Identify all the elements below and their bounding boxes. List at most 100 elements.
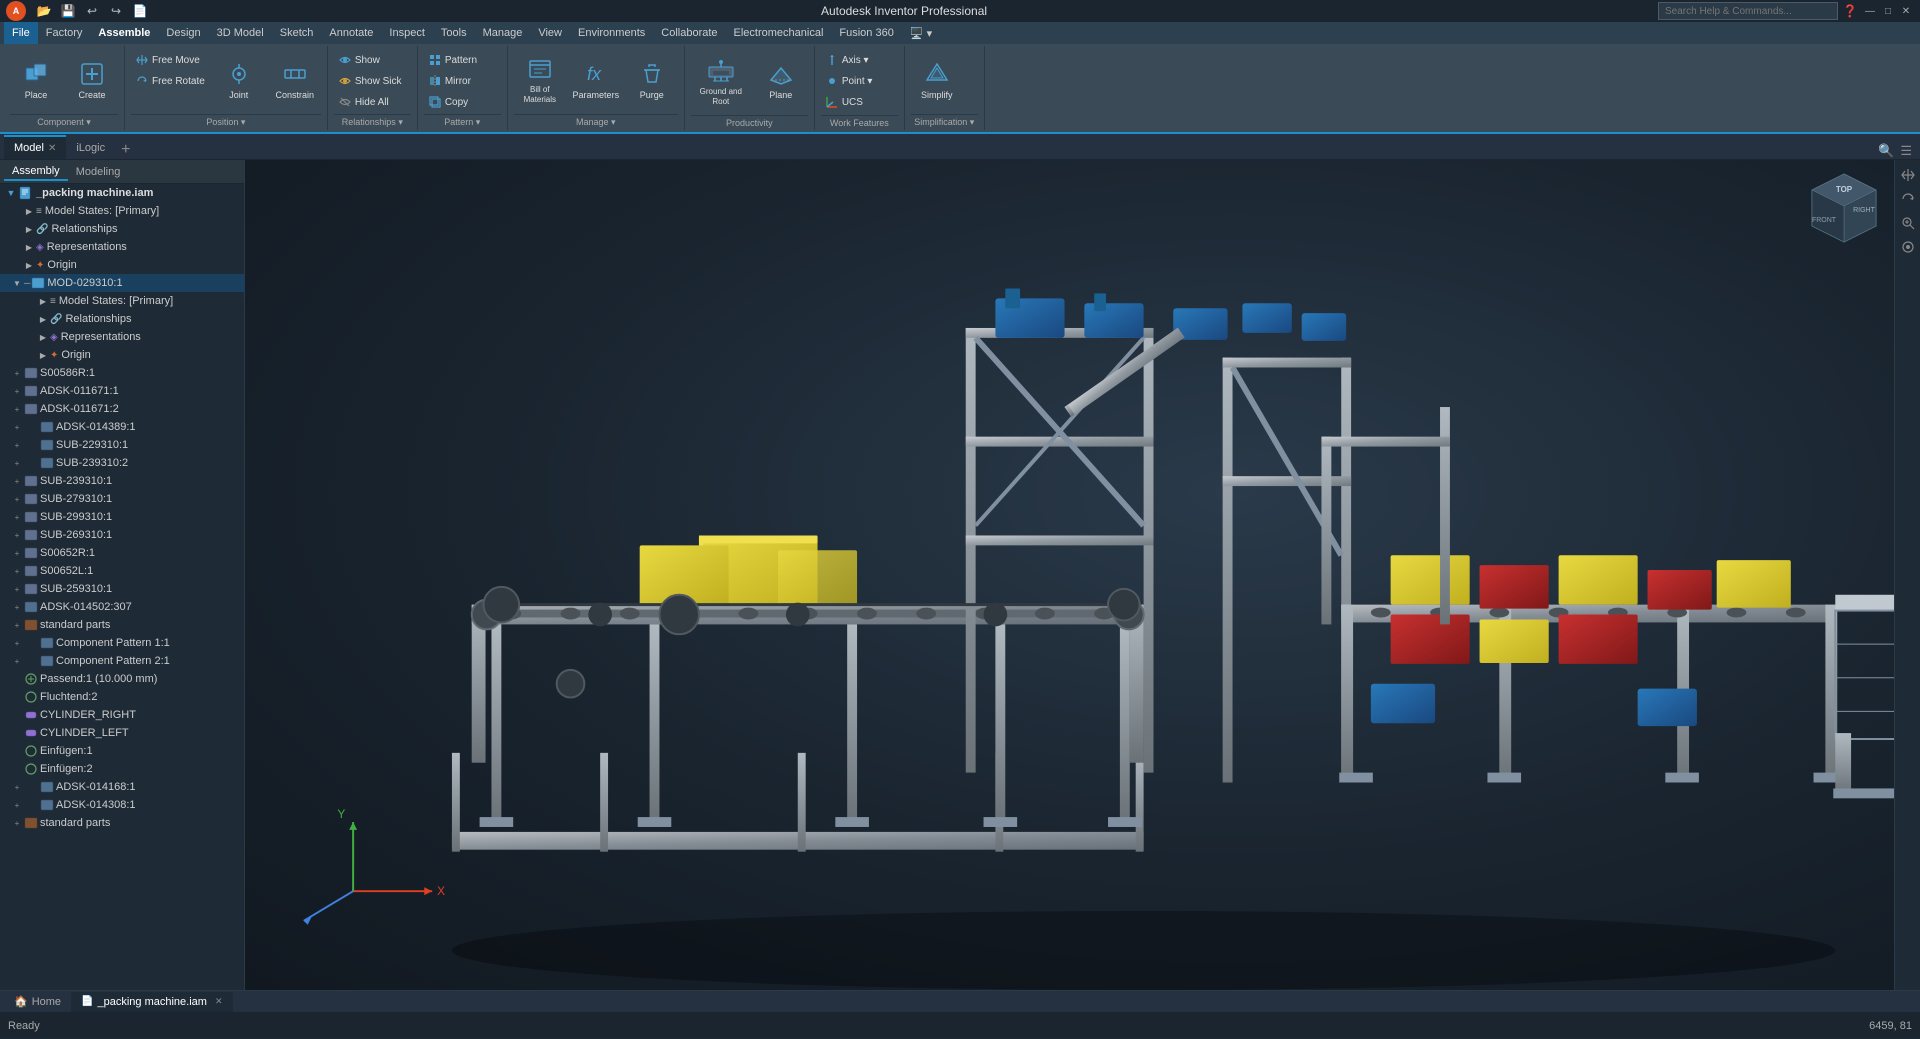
plane-button[interactable]: Plane — [755, 48, 807, 112]
menu-environments[interactable]: Environments — [570, 22, 653, 44]
tree-item[interactable]: ▶ ◈ Representations — [0, 328, 244, 346]
modeling-tab[interactable]: Modeling — [68, 164, 129, 180]
tree-item[interactable]: ▶ Einfügen:2 — [0, 760, 244, 778]
menu-sketch[interactable]: Sketch — [272, 22, 322, 44]
maximize-button[interactable]: □ — [1880, 3, 1896, 19]
tab-model[interactable]: Model ✕ — [4, 135, 66, 159]
tree-item[interactable]: ▶ CYLINDER_LEFT — [0, 724, 244, 742]
ground-and-root-button[interactable]: Ground and Root — [691, 48, 751, 112]
joint-button[interactable]: Joint — [213, 48, 265, 112]
show-button[interactable]: Show — [334, 50, 406, 70]
menu-3dmodel[interactable]: 3D Model — [209, 22, 272, 44]
minimize-button[interactable]: — — [1862, 3, 1878, 19]
close-tab-icon[interactable]: ✕ — [215, 996, 223, 1007]
tree-item[interactable]: ▶ 🔗 Relationships — [0, 310, 244, 328]
simplify-button[interactable]: Simplify — [911, 48, 963, 112]
zoom-tool-button[interactable] — [1897, 212, 1919, 234]
copy-button[interactable]: Copy — [424, 92, 481, 112]
show-sick-button[interactable]: Show Sick — [334, 71, 406, 91]
free-rotate-button[interactable]: Free Rotate — [131, 71, 209, 91]
tree-item[interactable]: ▶ Einfügen:1 — [0, 742, 244, 760]
hide-all-button[interactable]: Hide All — [334, 92, 406, 112]
close-button[interactable]: ✕ — [1898, 3, 1914, 19]
pattern-button[interactable]: Pattern — [424, 50, 481, 70]
undo-icon[interactable]: ↩ — [82, 1, 102, 21]
menu-fusion360[interactable]: Fusion 360 — [831, 22, 901, 44]
menu-electromechanical[interactable]: Electromechanical — [726, 22, 832, 44]
tree-item[interactable]: ▶ ✦ Origin — [0, 256, 244, 274]
tree-item[interactable]: + ADSK-014308:1 — [0, 796, 244, 814]
tree-item[interactable]: + standard parts — [0, 616, 244, 634]
tree-item[interactable]: + S00586R:1 — [0, 364, 244, 382]
menu-tools[interactable]: Tools — [433, 22, 475, 44]
tree-item[interactable]: + SUB-239310:2 — [0, 454, 244, 472]
tree-item[interactable]: ▼ ─ MOD-029310:1 — [0, 274, 244, 292]
tree-item[interactable]: ▶ ◈ Representations — [0, 238, 244, 256]
tab-add[interactable]: + — [115, 141, 136, 159]
tree-item[interactable]: + ADSK-011671:2 — [0, 400, 244, 418]
tree-item[interactable]: ▶ Fluchtend:2 — [0, 688, 244, 706]
tree-item[interactable]: + ADSK-011671:1 — [0, 382, 244, 400]
pan-tool-button[interactable] — [1897, 164, 1919, 186]
tree-item[interactable]: ▶ 🔗 Relationships — [0, 220, 244, 238]
tree-item[interactable]: ▶ Passend:1 (10.000 mm) — [0, 670, 244, 688]
packing-machine-tab[interactable]: 📄 _packing machine.iam ✕ — [71, 992, 232, 1012]
new-icon[interactable]: 📄 — [130, 1, 150, 21]
redo-icon[interactable]: ↪ — [106, 1, 126, 21]
menu-annotate[interactable]: Annotate — [321, 22, 381, 44]
help-icon[interactable]: ❓ — [1840, 1, 1860, 21]
tree-item[interactable]: + standard parts — [0, 814, 244, 832]
tree-item[interactable]: ▶ CYLINDER_RIGHT — [0, 706, 244, 724]
viewport[interactable]: X Y TOP RIGHT FRONT — [245, 160, 1894, 990]
bill-of-materials-button[interactable]: Bill of Materials — [514, 48, 566, 112]
open-icon[interactable]: 📂 — [34, 1, 54, 21]
tree-search-icon[interactable]: 🔍 — [1878, 143, 1894, 159]
tree-item[interactable]: ▶ ✦ Origin — [0, 346, 244, 364]
tree-item[interactable]: ▶ ≡ Model States: [Primary] — [0, 292, 244, 310]
tree-item[interactable]: + SUB-279310:1 — [0, 490, 244, 508]
menu-monitor-icon[interactable]: 🖥️ ▾ — [902, 22, 940, 44]
tree-root[interactable]: ▼ _packing machine.iam — [0, 184, 244, 202]
mirror-button[interactable]: Mirror — [424, 71, 481, 91]
tree-menu-icon[interactable]: ☰ — [1900, 143, 1912, 159]
viewcube[interactable]: TOP RIGHT FRONT — [1804, 170, 1884, 250]
look-at-button[interactable] — [1897, 236, 1919, 258]
tree-item[interactable]: + Component Pattern 1:1 — [0, 634, 244, 652]
tree-item[interactable]: + SUB-239310:1 — [0, 472, 244, 490]
home-tab[interactable]: 🏠 Home — [4, 992, 71, 1012]
tab-ilogic[interactable]: iLogic — [66, 135, 115, 159]
search-input[interactable] — [1658, 2, 1838, 20]
menu-collaborate[interactable]: Collaborate — [653, 22, 725, 44]
ucs-button[interactable]: UCS — [821, 92, 877, 112]
tree-item[interactable]: + Component Pattern 2:1 — [0, 652, 244, 670]
tree-item[interactable]: ▶ ≡ Model States: [Primary] — [0, 202, 244, 220]
free-move-button[interactable]: Free Move — [131, 50, 209, 70]
tree-item[interactable]: + SUB-299310:1 — [0, 508, 244, 526]
tree-item[interactable]: + SUB-269310:1 — [0, 526, 244, 544]
purge-button[interactable]: Purge — [626, 48, 678, 112]
place-button[interactable]: Place — [10, 48, 62, 112]
parameters-button[interactable]: fx Parameters — [570, 48, 622, 112]
tree-item[interactable]: + SUB-259310:1 — [0, 580, 244, 598]
menu-file[interactable]: File — [4, 22, 38, 44]
tree-item[interactable]: + ADSK-014168:1 — [0, 778, 244, 796]
axis-button[interactable]: Axis ▾ — [821, 50, 877, 70]
tree-item[interactable]: + ADSK-014389:1 — [0, 418, 244, 436]
menu-design[interactable]: Design — [158, 22, 208, 44]
menu-manage[interactable]: Manage — [475, 22, 531, 44]
tree-item[interactable]: + S00652R:1 — [0, 544, 244, 562]
menu-factory[interactable]: Factory — [38, 22, 91, 44]
point-button[interactable]: Point ▾ — [821, 71, 877, 91]
orbit-tool-button[interactable] — [1897, 188, 1919, 210]
constrain-button[interactable]: Constrain — [269, 48, 321, 112]
assembly-tab[interactable]: Assembly — [4, 163, 68, 181]
create-button[interactable]: Create — [66, 48, 118, 112]
menu-view[interactable]: View — [530, 22, 570, 44]
tree-item[interactable]: + SUB-229310:1 — [0, 436, 244, 454]
menu-inspect[interactable]: Inspect — [381, 22, 432, 44]
menu-assemble[interactable]: Assemble — [90, 22, 158, 44]
tree-item[interactable]: + ADSK-014502:307 — [0, 598, 244, 616]
tree-item[interactable]: + S00652L:1 — [0, 562, 244, 580]
tab-model-close[interactable]: ✕ — [48, 143, 56, 154]
save-icon[interactable]: 💾 — [58, 1, 78, 21]
